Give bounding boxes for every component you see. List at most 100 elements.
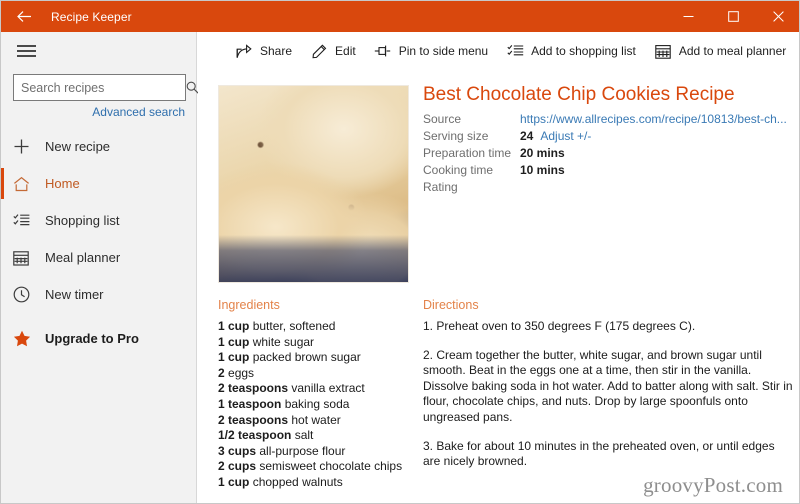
list-item: 1 cup chopped walnuts [218,475,418,491]
checklist-icon [13,213,43,228]
advanced-search-link[interactable]: Advanced search [1,105,185,119]
list-item: 1 cup butter, softened [218,319,418,335]
sidebar-item-new-timer[interactable]: New timer [1,276,196,313]
sidebar-item-shopping-list[interactable]: Shopping list [1,202,196,239]
sidebar-item-label: New timer [45,287,104,302]
minimize-button[interactable] [666,1,711,32]
search-input[interactable] [14,76,186,99]
ingredient-qty: 1 cup [218,319,250,333]
directions-section: Directions 1. Preheat oven to 350 degree… [423,298,793,483]
command-label: Add to shopping list [531,44,636,58]
ingredient-item: eggs [228,365,255,380]
sidebar-item-new-recipe[interactable]: New recipe [1,128,196,165]
ingredient-item: vanilla extract [291,381,365,396]
ingredient-qty: 1 cup [218,474,250,489]
ingredient-qty: 1 cup [218,350,250,365]
command-label: Add to meal planner [678,44,787,58]
pin-icon [373,44,393,58]
star-icon [13,330,43,347]
meta-key: Source [423,112,462,126]
ingredient-item: salt [294,428,314,443]
meta-row-source: Source https://www.allrecipes.com/recipe… [423,112,793,129]
window-title: Recipe Keeper [51,9,132,24]
list-item: 2 teaspoons hot water [218,413,418,429]
sidebar-item-label: Shopping list [45,213,120,228]
list-item: 2 eggs [218,366,418,382]
list-item: 2 teaspoons vanilla extract [218,381,418,397]
maximize-icon [728,11,739,22]
add-to-meal-planner-button[interactable]: Add to meal planner [653,32,786,70]
meta-key: Cooking time [423,163,494,177]
share-button[interactable]: Share [234,32,292,70]
sidebar-item-label: New recipe [45,139,111,154]
recipe-content: Best Chocolate Chip Cookies Recipe Sourc… [198,70,799,503]
page-title: Best Chocolate Chip Cookies Recipe [423,84,735,105]
ingredient-qty: 2 teaspoons [218,412,289,427]
meta-key: Rating [423,180,458,194]
meta-key: Serving size [423,129,489,143]
pencil-icon [309,44,329,59]
meta-row-serving-size: Serving size 24 Adjust +/- [423,129,793,146]
directions-heading: Directions [423,298,479,312]
direction-step: 2. Cream together the butter, white suga… [423,347,793,424]
hamburger-icon [16,42,36,60]
meta-row-rating: Rating [423,180,793,197]
plus-icon [13,138,43,155]
source-link[interactable]: https://www.allrecipes.com/recipe/10813/… [520,112,787,126]
edit-button[interactable]: Edit [309,32,356,70]
command-label: Share [260,44,293,58]
ingredients-list: 1 cup butter, softened 1 cup white sugar… [218,319,418,491]
calendar-icon [653,44,673,59]
sidebar-item-upgrade-to-pro[interactable]: Upgrade to Pro [1,320,196,357]
sidebar: Advanced search New recipe Home [1,32,199,503]
meta-row-cooking-time: Cooking time 10 mins [423,163,793,180]
sidebar-item-home[interactable]: Home [1,165,196,202]
meta-key: Preparation time [423,146,512,160]
ingredient-qty: 3 cups [218,443,257,458]
command-label: Pin to side menu [398,44,489,58]
checklist-icon [505,44,525,58]
recipe-header: Best Chocolate Chip Cookies Recipe Sourc… [423,84,793,197]
ingredient-qty: 2 [218,365,225,380]
ingredient-qty: 1 teaspoon [218,396,282,411]
clock-icon [13,286,43,303]
minimize-icon [683,11,694,22]
menu-toggle-button[interactable] [1,32,49,70]
close-button[interactable] [756,1,799,32]
maximize-button[interactable] [711,1,756,32]
ingredient-qty: 1 cup [218,334,250,349]
meta-value: 24 [520,129,534,143]
pin-to-side-menu-button[interactable]: Pin to side menu [373,32,488,70]
adjust-serving-link[interactable]: Adjust +/- [540,129,591,143]
list-item: 1 cup white sugar [218,335,418,351]
sidebar-item-meal-planner[interactable]: Meal planner [1,239,196,276]
recipe-meta: Source https://www.allrecipes.com/recipe… [423,112,793,197]
ingredient-qty: 1/2 teaspoon [218,428,292,443]
list-item: 1 cup packed brown sugar [218,350,418,366]
ingredient-item: packed brown sugar [252,350,361,365]
list-item: 2 cups semisweet chocolate chips [218,459,418,475]
ingredient-item: chopped walnuts [252,474,343,489]
title-bar: Recipe Keeper [1,1,799,32]
ingredient-qty: 2 cups [218,459,257,474]
command-bar: Share Edit Pin to side menu Add to shopp… [198,32,799,70]
search-box[interactable] [13,74,199,101]
ingredient-item: white sugar [252,334,315,349]
meta-value: 10 mins [520,163,565,177]
ingredient-item: semisweet chocolate chips [259,459,403,474]
back-button[interactable] [1,1,47,32]
meta-row-preparation-time: Preparation time 20 mins [423,146,793,163]
meta-value: 20 mins [520,146,565,160]
list-item: 3 cups all-purpose flour [218,444,418,460]
ingredient-item: butter, softened [252,319,336,333]
back-arrow-icon [16,10,32,23]
share-icon [234,43,254,59]
close-icon [773,11,784,22]
sidebar-item-label: Upgrade to Pro [45,331,139,346]
sidebar-item-label: Home [45,176,80,191]
add-to-shopping-list-button[interactable]: Add to shopping list [505,32,636,70]
recipe-photo [218,85,409,283]
direction-step: 1. Preheat oven to 350 degrees F (175 de… [423,319,696,333]
ingredient-item: all-purpose flour [259,443,346,458]
